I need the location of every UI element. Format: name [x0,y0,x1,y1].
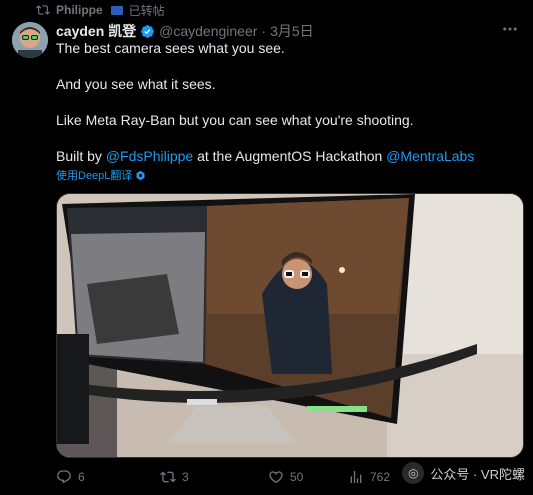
tweet-line: Like Meta Ray-Ban but you can see what y… [56,112,414,128]
tweet-line: And you see what it sees. [56,76,216,92]
watermark: ◎ 公众号 · VR陀螺 [402,462,525,484]
retweet-count: 3 [182,470,189,484]
translate-link[interactable]: 使用DeepL翻译 [56,167,146,183]
tweet-text: The best camera sees what you see. And y… [56,40,516,165]
tweet-media[interactable] [56,193,524,458]
avatar-image [12,22,48,58]
reply-button[interactable]: 6 [56,469,160,485]
views-icon [350,471,362,483]
translate-label[interactable]: 使用DeepL翻译 [56,167,132,183]
watermark-text: 公众号 · VR陀螺 [430,466,525,482]
media-image [57,194,523,457]
repost-icon [36,5,50,15]
reply-count: 6 [78,470,85,484]
author-name[interactable]: cayden 凯登 [56,21,136,41]
tweet-line: Built by @FdsPhilippe at the AugmentOS H… [56,148,516,165]
like-button[interactable]: 50 [268,469,348,485]
tweet-text-segment: Built by [56,148,106,164]
tweet-header: cayden 凯登 @caydengineer · 3月5日 [56,22,314,40]
reply-icon [57,470,71,484]
mention-link[interactable]: @MentraLabs [386,148,474,164]
retweet-button[interactable]: 3 [160,469,268,485]
repost-suffix: 已转帖 [128,3,165,18]
mention-link[interactable]: @FdsPhilippe [106,148,193,164]
views-button[interactable]: 762 [348,469,408,485]
tweet-date[interactable]: 3月5日 [270,21,314,41]
tweet-line: The best camera sees what you see. [56,40,285,56]
verified-badge-icon [140,24,155,39]
header-separator: · [261,23,267,39]
repost-indicator[interactable]: Philippe 已转帖 [36,2,165,18]
tweet-text-segment: at the AugmentOS Hackathon [193,148,387,164]
like-count: 50 [290,470,304,484]
avatar[interactable] [12,22,48,58]
repost-user[interactable]: Philippe [56,3,103,17]
author-handle[interactable]: @caydengineer [159,23,257,39]
retweet-icon [160,471,176,483]
eu-flag-icon [110,5,123,15]
heart-icon [269,471,283,484]
translate-settings-icon[interactable] [135,170,146,181]
views-count: 762 [370,470,391,484]
wechat-logo-icon: ◎ [402,462,425,484]
